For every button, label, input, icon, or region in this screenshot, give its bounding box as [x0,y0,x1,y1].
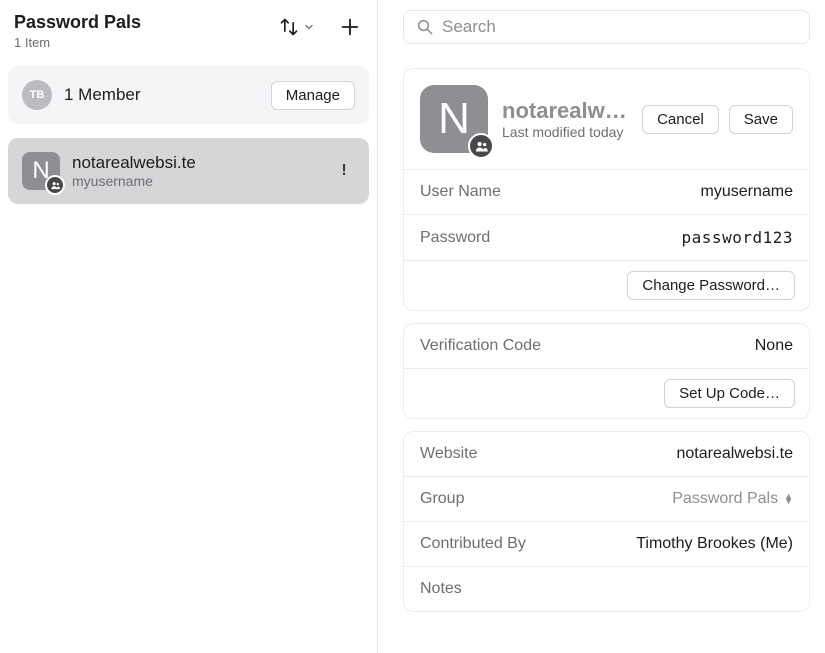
entry-title-block: notarealwebsi Last modified today [502,98,628,140]
shared-badge [45,175,65,195]
group-row[interactable]: Group Password Pals ▲▼ [404,476,809,521]
verification-value: None [755,337,793,355]
sidebar-title: Password Pals [14,12,277,33]
manage-button[interactable]: Manage [271,81,355,110]
search-field[interactable] [403,10,810,44]
people-icon [474,139,489,154]
password-label: Password [420,229,490,247]
contributed-row: Contributed By Timothy Brookes (Me) [404,521,809,566]
entry-title: notarealwebsi [502,98,628,124]
shared-badge-large [468,133,494,159]
notes-row[interactable]: Notes [404,566,809,611]
sort-icon [279,17,299,37]
list-item-title: notarealwebsi.te [72,153,321,173]
group-select[interactable]: Password Pals ▲▼ [672,490,793,508]
entry-header: N notarealwebsi Last modified today Canc… [404,69,809,169]
notes-label: Notes [420,580,462,598]
password-value: password123 [682,228,793,247]
search-icon [416,18,434,36]
warning-icon: ! [333,160,355,182]
group-value: Password Pals [672,490,778,508]
site-tile: N [22,152,60,190]
member-avatar: TB [22,80,52,110]
chevron-updown-icon: ▲▼ [784,494,793,504]
entry-panel: N notarealwebsi Last modified today Canc… [403,68,810,311]
chevron-down-icon [303,21,315,33]
save-button[interactable]: Save [729,105,793,134]
sort-button[interactable] [277,15,317,39]
entry-actions: Cancel Save [642,105,793,134]
search-input[interactable] [442,17,797,37]
entry-tile: N [420,85,488,153]
verification-label: Verification Code [420,337,541,355]
website-label: Website [420,445,478,463]
sidebar-actions [277,14,363,40]
website-row[interactable]: Website notarealwebsi.te [404,432,809,476]
username-label: User Name [420,183,501,201]
group-label: Group [420,490,464,508]
people-icon [50,180,61,191]
sidebar-subtitle: 1 Item [14,35,277,50]
password-list-item[interactable]: N notarealwebsi.te myusername ! [8,138,369,204]
members-label: 1 Member [64,85,259,105]
sidebar-title-block: Password Pals 1 Item [14,12,277,50]
setup-code-row: Set Up Code… [404,368,809,418]
entry-tile-letter: N [438,94,470,144]
list-item-subtitle: myusername [72,173,321,189]
contributed-value: Timothy Brookes (Me) [636,535,793,553]
members-card[interactable]: TB 1 Member Manage [8,66,369,124]
verification-panel: Verification Code None Set Up Code… [403,323,810,419]
add-button[interactable] [337,14,363,40]
sidebar: Password Pals 1 Item TB 1 Member M [0,0,378,653]
meta-panel: Website notarealwebsi.te Group Password … [403,431,810,612]
detail-pane: N notarealwebsi Last modified today Canc… [378,0,825,653]
entry-subtitle: Last modified today [502,124,628,140]
password-row[interactable]: Password password123 [404,214,809,260]
username-value: myusername [701,183,793,201]
plus-icon [339,16,361,38]
contributed-label: Contributed By [420,535,526,553]
sidebar-header: Password Pals 1 Item [0,6,377,62]
cancel-button[interactable]: Cancel [642,105,719,134]
username-row[interactable]: User Name myusername [404,169,809,214]
list-item-text: notarealwebsi.te myusername [72,153,321,189]
website-value: notarealwebsi.te [676,445,793,463]
change-password-button[interactable]: Change Password… [627,271,795,300]
change-password-row: Change Password… [404,260,809,310]
setup-code-button[interactable]: Set Up Code… [664,379,795,408]
verification-row[interactable]: Verification Code None [404,324,809,368]
